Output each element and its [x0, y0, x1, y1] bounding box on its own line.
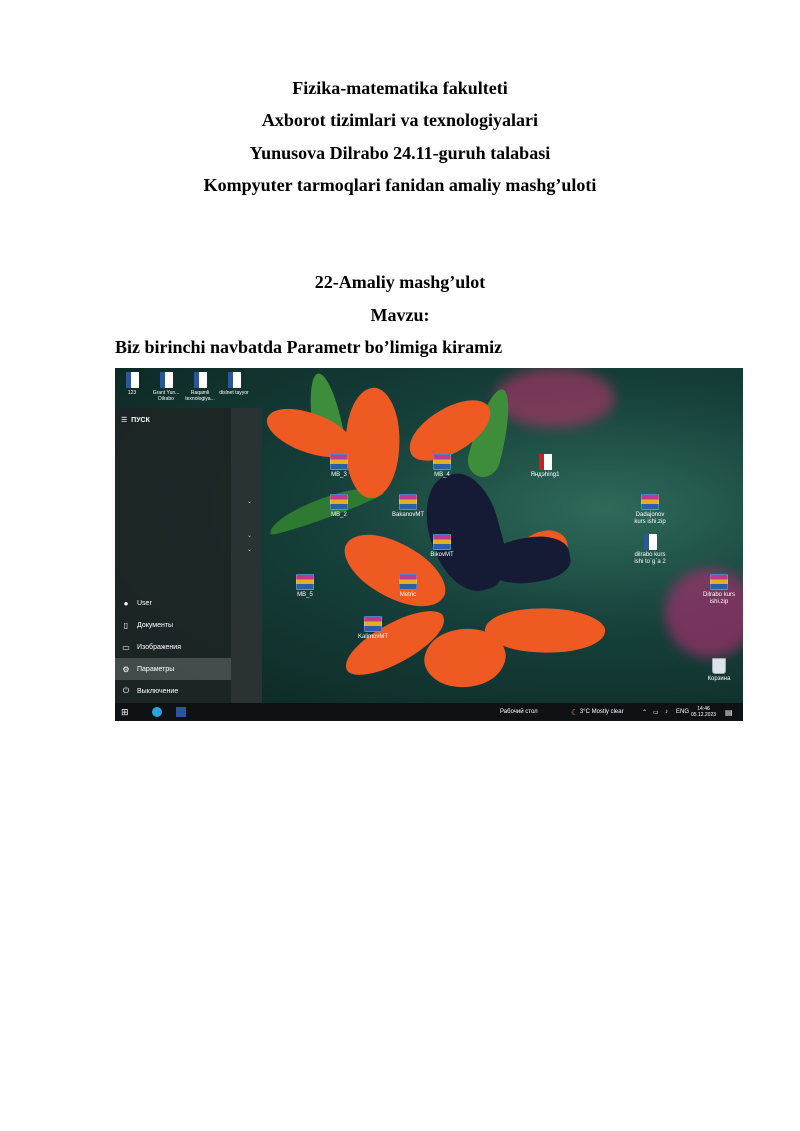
- notification-icon[interactable]: ▤: [725, 703, 733, 721]
- student-line: Yunusova Dilrabo 24.11-guruh talabasi: [249, 143, 551, 163]
- pictures-icon: ▭: [122, 642, 130, 652]
- telegram-icon: [152, 707, 162, 717]
- word-doc-icon: [643, 534, 657, 550]
- tray-chevron-up-icon[interactable]: ⌃: [642, 703, 647, 721]
- desktop-toolbar-label[interactable]: Рабочий стол: [500, 703, 538, 721]
- windows-start-icon[interactable]: ⊞: [121, 703, 129, 721]
- course-line: Kompyuter tarmoqlari fanidan amaliy mash…: [203, 175, 597, 195]
- start-menu: ☰ ПУСК ⌄ ⌄ ⌄ ● User ▯ Документы ▭ Изобра…: [115, 408, 262, 703]
- weather-widget[interactable]: ☾ 3°C Mostly clear: [571, 703, 624, 721]
- desktop-icon[interactable]: Grant Yun... Dilrabo: [149, 372, 183, 402]
- recycle-bin-icon: [712, 658, 726, 674]
- desktop-icon[interactable]: BakanovMT: [388, 494, 428, 519]
- desktop-icon[interactable]: Корзина: [699, 658, 739, 683]
- desktop-screenshot: 123 Grant Yun... Dilrabo Raqamli texnolo…: [115, 368, 743, 721]
- rar-icon: [330, 454, 348, 470]
- clock[interactable]: 14:46 05.12.2023: [691, 703, 716, 721]
- volume-icon[interactable]: ♪: [665, 703, 668, 721]
- topic-label: Mavzu:: [370, 305, 430, 325]
- desktop-icon[interactable]: Metric: [388, 574, 428, 599]
- chevron-down-icon[interactable]: ⌄: [247, 498, 252, 505]
- desktop-icon[interactable]: dilrabo kurs ishi to`g`a 2: [630, 534, 670, 566]
- intro-text: Biz birinchi navbatda Parametr bo’limiga…: [115, 337, 503, 357]
- lily-petal: [340, 385, 405, 501]
- word-taskbar-button[interactable]: [176, 703, 186, 721]
- desktop-icon[interactable]: Raqamli texnologiya...: [183, 372, 217, 402]
- desktop-icon[interactable]: dislnet tayyor: [217, 372, 251, 396]
- document-icon: ▯: [123, 620, 129, 630]
- desktop-icon[interactable]: MB_5: [285, 574, 325, 599]
- word-doc-icon: [193, 372, 207, 388]
- rar-icon: [330, 494, 348, 510]
- desktop-icon[interactable]: BikovMT: [422, 534, 462, 559]
- rar-icon: [433, 454, 451, 470]
- rar-icon: [399, 494, 417, 510]
- power-icon: ⏻: [122, 686, 130, 695]
- start-tiles-pane: [231, 408, 262, 703]
- desktop-icon[interactable]: 123: [115, 372, 149, 396]
- pdf-icon: [538, 454, 552, 470]
- weather-icon: ☾: [571, 707, 579, 717]
- settings-gear-icon: ⚙: [122, 664, 130, 674]
- word-icon: [176, 707, 186, 717]
- desktop-icon[interactable]: Dadajonov kurs ishi.zip: [630, 494, 670, 526]
- menu-item-settings[interactable]: ⚙ Параметры: [115, 658, 231, 680]
- chevron-down-icon[interactable]: ⌄: [247, 546, 252, 553]
- telegram-taskbar-button[interactable]: [152, 703, 162, 721]
- desktop-icon[interactable]: Яндэhing1: [525, 454, 565, 479]
- department-line: Axborot tizimlari va texnologiyalari: [261, 110, 539, 130]
- desktop-icon[interactable]: MB_4: [422, 454, 462, 479]
- desktop-icon[interactable]: Dilrabo kurs ishi.zip: [699, 574, 739, 606]
- menu-item-power[interactable]: ⏻ Выключение: [115, 680, 231, 702]
- menu-item-pictures[interactable]: ▭ Изображения: [115, 636, 231, 658]
- desktop-icon[interactable]: MB_3: [319, 454, 359, 479]
- word-doc-icon: [125, 372, 139, 388]
- menu-item-documents[interactable]: ▯ Документы: [115, 614, 231, 636]
- desktop-icon[interactable]: MB_2: [319, 494, 359, 519]
- faculty-line: Fizika-matematika fakulteti: [292, 78, 508, 98]
- rar-icon: [641, 494, 659, 510]
- rar-icon: [399, 574, 417, 590]
- rar-icon: [296, 574, 314, 590]
- menu-item-user[interactable]: ● User: [115, 592, 231, 614]
- rar-icon: [433, 534, 451, 550]
- start-menu-title[interactable]: ☰ ПУСК: [121, 416, 150, 424]
- chevron-down-icon[interactable]: ⌄: [247, 532, 252, 539]
- desktop-icon[interactable]: KalimovMT: [353, 616, 393, 641]
- lesson-title: 22-Amaliy mashg’ulot: [314, 272, 486, 292]
- taskbar: ⊞ Рабочий стол ☾ 3°C Mostly clear ⌃ ▭ ♪ …: [115, 703, 743, 721]
- language-indicator[interactable]: ENG: [676, 703, 689, 721]
- word-doc-icon: [227, 372, 241, 388]
- word-doc-icon: [159, 372, 173, 388]
- bg-flower-blur: [495, 368, 615, 428]
- rar-icon: [364, 616, 382, 632]
- network-icon[interactable]: ▭: [653, 703, 659, 721]
- user-avatar-icon: ●: [123, 598, 129, 608]
- rar-icon: [710, 574, 728, 590]
